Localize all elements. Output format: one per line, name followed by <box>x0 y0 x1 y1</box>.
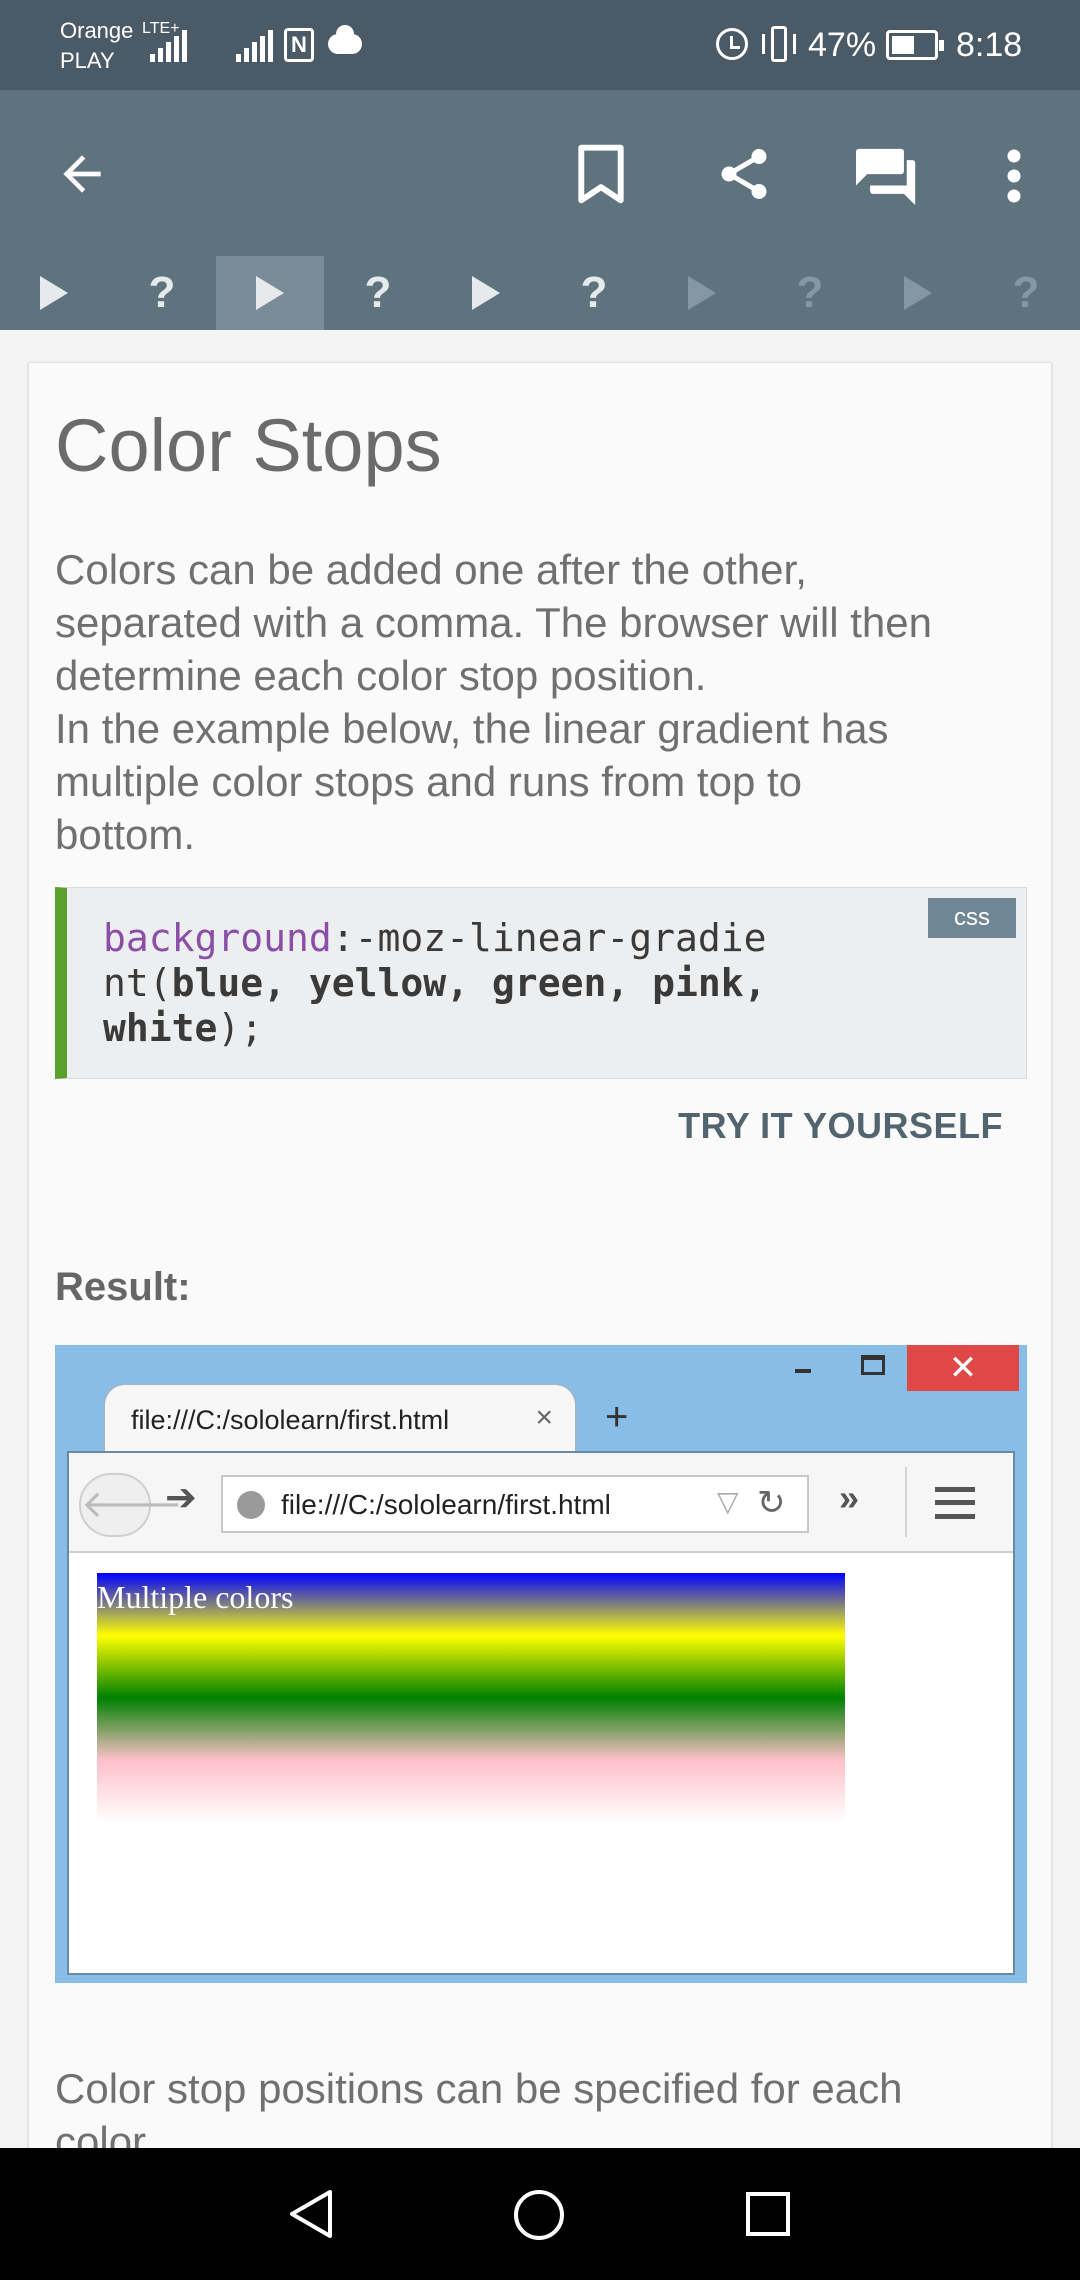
paragraph-line: separated with a comma. The browser will… <box>55 599 932 646</box>
progress-quiz-icon[interactable]: ? <box>108 256 216 330</box>
bookmark-icon[interactable] <box>578 144 624 204</box>
gradient-demo: Multiple colors <box>97 1573 845 1823</box>
minimize-icon <box>795 1369 811 1373</box>
battery-level <box>892 36 914 54</box>
browser-forward-icon: ➔ <box>165 1477 197 1519</box>
back-arrow-icon[interactable] <box>54 146 110 202</box>
paragraph-line: Colors can be added one after the other, <box>55 546 807 593</box>
url-text: file:///C:/sololearn/first.html <box>281 1489 611 1520</box>
toolbar-divider <box>905 1467 907 1537</box>
window-close-icon: ✕ <box>907 1345 1019 1391</box>
dropdown-icon: ▽ <box>717 1486 739 1517</box>
nav-back-icon[interactable] <box>286 2188 336 2240</box>
progress-quiz-icon[interactable]: ? <box>324 256 432 330</box>
paragraph-line: determine each color stop position. <box>55 652 707 699</box>
code-fragment: ); <box>217 1006 264 1050</box>
more-vert-icon[interactable] <box>996 146 1032 206</box>
alarm-icon <box>716 28 748 60</box>
carrier-name-2: PLAY <box>60 48 115 73</box>
overflow-chevron-icon: » <box>839 1477 860 1518</box>
lesson-card: Color Stops Colors can be added one afte… <box>28 362 1052 2202</box>
progress-lesson-icon[interactable] <box>0 256 108 330</box>
carrier-name: Orange <box>60 18 134 43</box>
browser-screenshot: ✕ file:///C:/sololearn/first.html × + 🡐 … <box>55 1345 1027 1983</box>
new-tab-icon: + <box>605 1395 629 1439</box>
globe-icon <box>237 1491 265 1519</box>
gradient-demo-text: Multiple colors <box>97 1579 294 1615</box>
paragraph-line: multiple color stops and runs from top t… <box>55 758 803 805</box>
browser-frame: 🡐 ➔ file:///C:/sololearn/first.html ▽ ↻ … <box>67 1451 1015 1975</box>
progress-lesson-icon[interactable] <box>864 256 972 330</box>
paragraph-line: In the example below, the linear gradien… <box>55 705 889 752</box>
signal-icon-2 <box>236 28 273 62</box>
play-icon <box>256 276 284 310</box>
lesson-title: Color Stops <box>55 404 442 487</box>
play-icon <box>472 276 500 310</box>
signal-icon <box>150 28 187 62</box>
progress-quiz-icon[interactable]: ? <box>540 256 648 330</box>
chat-icon[interactable] <box>852 146 922 208</box>
code-values: blue, yellow, green, pink, <box>171 961 767 1005</box>
hamburger-menu-icon <box>935 1487 975 1519</box>
nav-home-icon[interactable] <box>514 2190 564 2240</box>
carrier-info: Orange LTE+ PLAY <box>60 16 180 76</box>
browser-back-icon: 🡐 <box>79 1473 183 1537</box>
reload-icon: ↻ <box>757 1484 786 1522</box>
code-values: white <box>103 1006 218 1050</box>
url-bar: file:///C:/sololearn/first.html ▽ ↻ <box>221 1475 809 1533</box>
language-badge: css <box>928 898 1016 938</box>
progress-quiz-icon[interactable]: ? <box>756 256 864 330</box>
result-label: Result: <box>55 1265 191 1309</box>
progress-lesson-icon[interactable] <box>648 256 756 330</box>
tab-title: file:///C:/sololearn/first.html <box>131 1405 450 1435</box>
paragraph-line: Color stop positions can be specified fo… <box>55 2065 903 2112</box>
progress-lesson-icon[interactable] <box>216 256 324 330</box>
progress-lesson-icon[interactable] <box>432 256 540 330</box>
tab-close-icon: × <box>535 1401 553 1434</box>
code-text: background:-moz-linear-gradie nt(blue, y… <box>103 916 766 1051</box>
try-it-yourself-button[interactable]: TRY IT YOURSELF <box>678 1105 1003 1147</box>
share-icon[interactable] <box>714 144 774 204</box>
progress-quiz-icon[interactable]: ? <box>972 256 1080 330</box>
browser-tab: file:///C:/sololearn/first.html × <box>103 1383 577 1455</box>
battery-percent: 47% <box>808 26 877 64</box>
lesson-progress-bar: ????? <box>0 256 1080 330</box>
nav-recents-icon[interactable] <box>746 2192 790 2236</box>
clock: 8:18 <box>956 26 1023 64</box>
play-icon <box>904 276 932 310</box>
code-block[interactable]: background:-moz-linear-gradie nt(blue, y… <box>55 887 1027 1079</box>
system-nav-bar <box>0 2148 1080 2280</box>
lesson-paragraph: Colors can be added one after the other,… <box>55 543 1045 861</box>
battery-icon <box>886 30 944 60</box>
app-bar <box>0 90 1080 256</box>
code-property: background <box>103 916 332 960</box>
cloud-icon <box>328 25 362 54</box>
nfc-icon: N <box>284 28 314 62</box>
code-fragment: :-moz-linear-gradie <box>331 916 767 960</box>
paragraph-line: bottom. <box>55 811 196 858</box>
status-bar: Orange LTE+ PLAY N 47% 8:18 <box>0 0 1080 90</box>
play-icon <box>40 276 68 310</box>
browser-toolbar: 🡐 ➔ file:///C:/sololearn/first.html ▽ ↻ … <box>69 1453 1013 1553</box>
play-icon <box>688 276 716 310</box>
code-fragment: nt( <box>103 961 172 1005</box>
vibrate-icon <box>762 26 796 62</box>
maximize-icon <box>861 1355 885 1375</box>
